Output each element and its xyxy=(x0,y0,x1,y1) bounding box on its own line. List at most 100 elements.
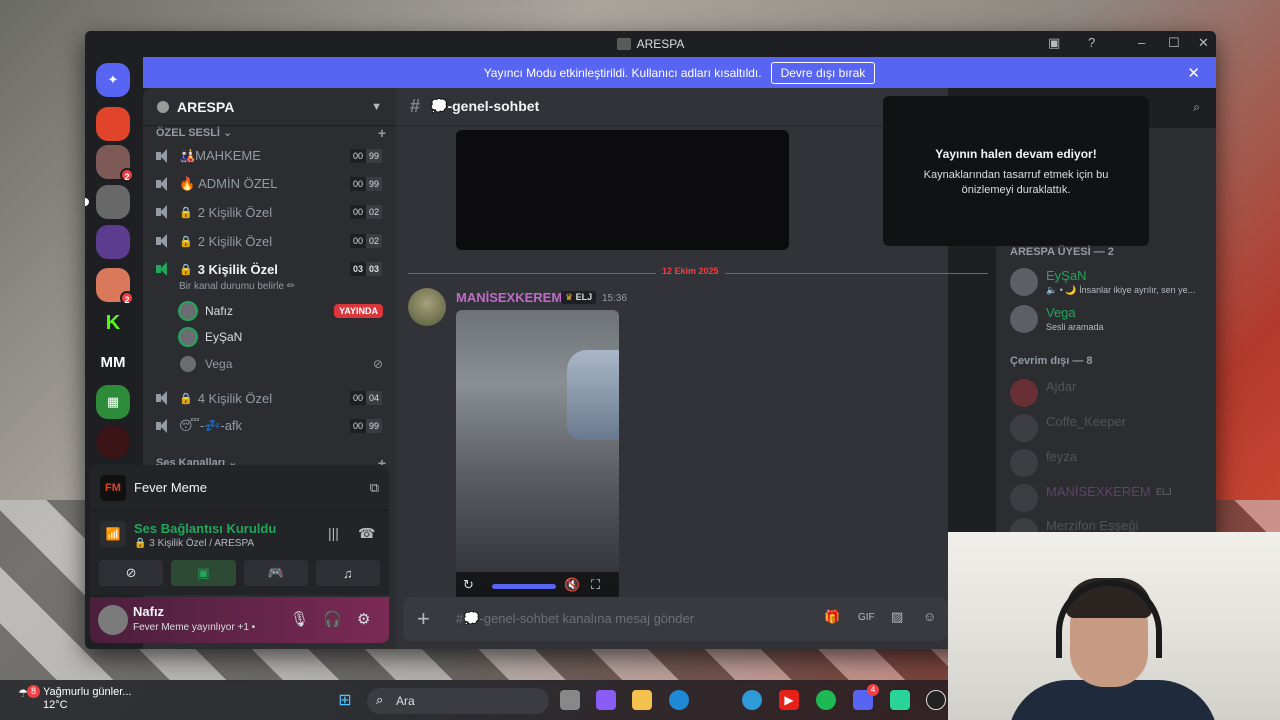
voice-user-nafiz[interactable]: Nafız YAYINDA xyxy=(178,299,383,323)
voice-channel-2-kisilik-a[interactable]: 🔒 2 Kişilik Özel 00 02 xyxy=(155,200,382,224)
popup-body: Kaynaklarından tasarruf etmek için bu ön… xyxy=(923,169,1109,196)
avatar xyxy=(178,354,198,374)
category-private[interactable]: ÖZEL SESLİ ⌄ + xyxy=(143,125,396,141)
member-eysan[interactable]: EyŞaN 🔈 • 🌙 İnsanlar ikiye ayrılır, sen … xyxy=(1010,266,1205,300)
file-explorer-icon[interactable] xyxy=(632,690,652,710)
screen-share-button[interactable]: ▣ xyxy=(171,560,236,586)
server-2[interactable]: 2 xyxy=(96,145,134,182)
message-input[interactable]: #💭-genel-sohbet kanalına mesaj gönder xyxy=(456,611,694,627)
guild-name: ARESPA xyxy=(177,98,235,115)
connection-channel[interactable]: 🔒 3 Kişilik Özel / ARESPA xyxy=(134,538,254,549)
speaker-icon xyxy=(155,262,171,276)
app-icon[interactable] xyxy=(890,690,910,710)
speaker-icon xyxy=(155,205,171,219)
unreal-icon[interactable] xyxy=(926,690,946,710)
emoji-icon[interactable]: ☺ xyxy=(923,609,936,624)
member-vega[interactable]: Vega Sesli aramada xyxy=(1010,303,1205,337)
voice-channel-afk[interactable]: 😴-💤-afk 00 99 xyxy=(155,414,382,438)
voice-channel-3-kisilik[interactable]: 🔒 3 Kişilik Özel 03 03 xyxy=(155,257,382,281)
settings-gear-icon[interactable]: ⚙ xyxy=(357,610,370,628)
channel-status[interactable]: Bir kanal durumu belirle ✏ xyxy=(179,281,295,292)
sticker-icon[interactable]: ▨ xyxy=(891,609,903,625)
gif-icon[interactable]: GIF xyxy=(858,612,875,623)
signal-icon[interactable]: 📶 xyxy=(100,521,126,547)
popout-icon[interactable]: ⧉ xyxy=(370,480,379,496)
progress-bar[interactable] xyxy=(492,584,556,589)
voice-channel-2-kisilik-b[interactable]: 🔒 2 Kişilik Özel 00 02 xyxy=(155,229,382,253)
server-5-badge: 2 xyxy=(120,291,134,305)
guild-icon xyxy=(157,100,169,113)
voice-channel-admin[interactable]: 🔥 ADMİN ÖZEL 00 99 xyxy=(155,172,382,196)
stream-title: Fever Meme xyxy=(134,480,207,495)
help-icon[interactable]: ? xyxy=(1088,35,1095,50)
camera-off-button[interactable]: ⊘ xyxy=(99,560,164,586)
popup-title: Yayının halen devam ediyor! xyxy=(935,147,1097,161)
guild-header[interactable]: ARESPA ▼ xyxy=(143,88,396,126)
speaker-icon xyxy=(155,391,171,405)
copilot-icon[interactable] xyxy=(596,690,616,710)
server-9[interactable] xyxy=(96,425,130,459)
taskbar-search[interactable]: ⌕ Ara xyxy=(367,688,549,714)
server-1[interactable] xyxy=(96,107,130,141)
headphones-icon[interactable]: 🎧 xyxy=(323,610,342,628)
voice-channel-mahkeme[interactable]: 🎎MAHKEME 00 99 xyxy=(155,144,382,168)
member-merzifon[interactable]: Merzifon Eşşeği xyxy=(1010,516,1205,532)
avatar xyxy=(1010,518,1038,532)
server-arespa[interactable] xyxy=(85,185,130,219)
task-view-icon[interactable] xyxy=(560,690,580,710)
server-kick[interactable]: K xyxy=(96,306,130,340)
soundboard-button[interactable]: ♫ xyxy=(315,560,380,586)
speaker-icon xyxy=(155,149,171,163)
server-4[interactable] xyxy=(96,225,130,259)
replay-icon[interactable]: ↻ xyxy=(463,577,474,593)
server-5[interactable]: 2 xyxy=(96,268,134,305)
disable-streamer-mode-button[interactable]: Devre dışı bırak xyxy=(770,61,876,84)
avatar xyxy=(1010,484,1038,512)
weather-widget[interactable]: ☂ 8 Yağmurlu günler... 12°C xyxy=(18,685,132,712)
voice-channel-4-kisilik[interactable]: 🔒 4 Kişilik Özel 00 04 xyxy=(155,386,382,410)
weather-badge: 8 xyxy=(27,685,40,698)
discord-taskbar-icon[interactable]: 4 xyxy=(853,684,879,710)
connection-status[interactable]: Ses Bağlantısı Kuruldu xyxy=(134,521,276,536)
member-feyza[interactable]: feyza xyxy=(1010,447,1205,481)
disconnect-icon[interactable]: ☎ xyxy=(358,525,375,542)
discord-home-icon[interactable]: ✦ xyxy=(96,63,130,97)
fullscreen-icon[interactable]: ⛶ xyxy=(591,577,600,593)
message-composer[interactable]: + #💭-genel-sohbet kanalına mesaj gönder … xyxy=(403,597,948,641)
youtube-icon[interactable]: ▶ xyxy=(779,690,799,710)
minimize-button[interactable]: – xyxy=(1138,35,1145,50)
member-manisexkerem[interactable]: MANİSEXKEREM ELJ xyxy=(1010,482,1205,516)
voice-user-eysan[interactable]: EyŞaN xyxy=(178,325,383,349)
mute-icon[interactable]: 🔇 xyxy=(564,577,580,593)
spotify-icon[interactable] xyxy=(816,690,836,710)
gift-icon[interactable]: 🎁 xyxy=(824,609,840,625)
title-bar: ARESPA ▣ ? – ☐ ✕ xyxy=(85,31,1216,57)
voice-user-vega[interactable]: Vega ⊘ xyxy=(178,352,383,376)
edge-icon[interactable] xyxy=(669,690,689,710)
server-mm[interactable]: MM xyxy=(96,345,130,379)
banner-close-icon[interactable]: ✕ xyxy=(1187,64,1200,82)
add-attachment-icon[interactable]: + xyxy=(417,606,430,632)
avatar[interactable] xyxy=(98,605,128,635)
video-attachment[interactable]: ↻ 🔇 ⛶ xyxy=(456,310,619,600)
avatar xyxy=(1010,414,1038,442)
previous-media[interactable] xyxy=(456,130,789,250)
server-minecraft[interactable]: ▦ xyxy=(96,385,130,419)
user-panel: Nafız Fever Meme yayınlıyor +1 • 🎙 🎧 ⚙ xyxy=(90,597,389,643)
edge-dev-icon[interactable] xyxy=(742,690,762,710)
microphone-icon[interactable]: 🎙 xyxy=(290,610,309,628)
close-window-button[interactable]: ✕ xyxy=(1198,35,1209,51)
add-channel-icon[interactable]: + xyxy=(378,125,386,141)
message-author[interactable]: MANİSEXKEREM xyxy=(456,290,562,305)
search-box[interactable]: ⌕ xyxy=(1150,97,1206,119)
weather-title: Yağmurlu günler... xyxy=(43,686,132,698)
maximize-button[interactable]: ☐ xyxy=(1168,35,1180,51)
start-icon[interactable]: ⊞ xyxy=(335,690,355,710)
inbox-icon[interactable]: ▣ xyxy=(1048,35,1060,51)
activity-button[interactable]: 🎮 xyxy=(243,560,308,586)
avatar xyxy=(178,327,198,347)
noise-suppression-icon[interactable]: ||| xyxy=(328,525,339,541)
message-avatar[interactable] xyxy=(408,288,446,326)
member-ajdar[interactable]: Ajdar xyxy=(1010,377,1205,411)
member-coffe-keeper[interactable]: Coffe_Keeper xyxy=(1010,412,1205,446)
